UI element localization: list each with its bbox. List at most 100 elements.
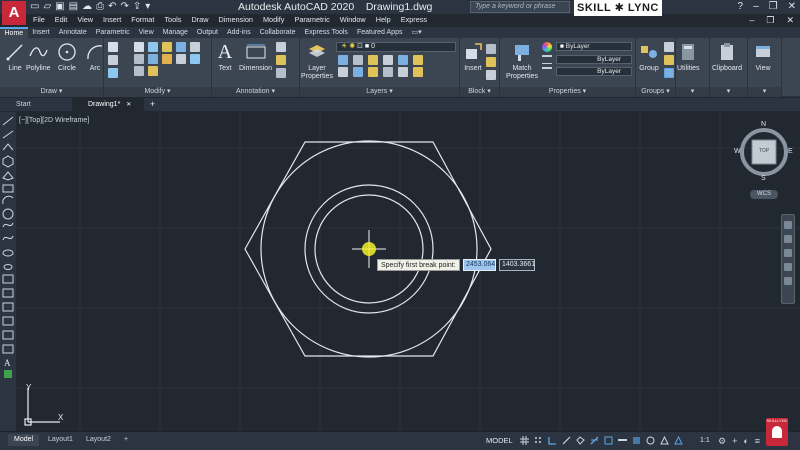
menu-file[interactable]: File: [28, 14, 50, 26]
new-tab-icon[interactable]: +: [144, 98, 161, 111]
layout-tab-model[interactable]: Model: [8, 434, 40, 446]
rotate-icon[interactable]: [148, 42, 158, 52]
snap-icon[interactable]: [534, 436, 543, 445]
model-space-button[interactable]: MODEL: [486, 435, 513, 447]
panel-label-view[interactable]: ▾: [748, 87, 781, 97]
workspace-gear-icon[interactable]: ⚙: [718, 435, 726, 447]
menu-format[interactable]: Format: [126, 14, 159, 26]
tab-manage[interactable]: Manage: [158, 27, 192, 38]
explode-icon[interactable]: [162, 54, 172, 64]
create-block-icon[interactable]: [486, 44, 496, 54]
clipboard-button[interactable]: Clipboard: [712, 41, 742, 73]
menu-draw[interactable]: Draw: [186, 14, 213, 26]
menu-view[interactable]: View: [72, 14, 98, 26]
transparency-icon[interactable]: [632, 436, 641, 445]
compass-west[interactable]: W: [734, 148, 741, 155]
linetype-dropdown[interactable]: ByLayer: [556, 55, 632, 64]
new-file-icon[interactable]: ▭: [30, 1, 39, 13]
help-icon[interactable]: ?: [738, 0, 744, 14]
customization-menu-icon[interactable]: ≡: [755, 435, 760, 447]
menu-insert[interactable]: Insert: [98, 14, 126, 26]
match-properties-button[interactable]: Match Properties: [504, 41, 540, 81]
copy-icon[interactable]: [190, 42, 200, 52]
menu-tools[interactable]: Tools: [159, 14, 186, 26]
insert-button[interactable]: Insert: [462, 41, 484, 73]
panel-label-block[interactable]: Block ▾: [460, 87, 499, 97]
polar-icon[interactable]: [562, 436, 571, 445]
qat-dropdown-icon[interactable]: ▾: [145, 1, 150, 13]
panel-label-draw[interactable]: Draw ▾: [0, 87, 103, 97]
ribbon-toggle-icon[interactable]: ▭▾: [407, 27, 426, 38]
menu-edit[interactable]: Edit: [50, 14, 73, 26]
linetype-icon[interactable]: [542, 55, 552, 64]
annotation-scale[interactable]: 1:1: [700, 435, 710, 447]
layer-unisolate-icon[interactable]: [353, 67, 363, 77]
panel-label-utilities[interactable]: ▾: [676, 87, 709, 97]
tab-express-tools[interactable]: Express Tools: [300, 27, 352, 38]
scale-icon[interactable]: [190, 54, 200, 64]
panel-label-modify[interactable]: Modify ▾: [104, 87, 211, 97]
erase-icon[interactable]: [176, 42, 186, 52]
ortho-icon[interactable]: [548, 436, 557, 445]
compass-east[interactable]: E: [788, 148, 793, 155]
tab-featured-apps[interactable]: Featured Apps: [352, 27, 407, 38]
utilities-button[interactable]: Utilities: [677, 41, 700, 73]
view-button[interactable]: View: [752, 41, 774, 73]
layer-previous-icon[interactable]: [413, 55, 423, 65]
open-file-icon[interactable]: ▱: [43, 1, 51, 13]
table-icon[interactable]: [276, 68, 286, 78]
wcs-menu-button[interactable]: WCS: [750, 190, 778, 199]
doc-close-icon[interactable]: ✕: [786, 14, 794, 26]
menu-dimension[interactable]: Dimension: [213, 14, 257, 26]
y-coordinate-input[interactable]: 1403.3661: [499, 259, 535, 271]
group-button[interactable]: Group: [638, 41, 660, 73]
layer-properties-button[interactable]: Layer Properties: [300, 41, 334, 81]
stretch-icon[interactable]: [176, 54, 186, 64]
lineweight-dropdown[interactable]: ByLayer: [556, 67, 632, 76]
notification-badge[interactable]: SKILLLYNC: [766, 418, 788, 446]
orbit-icon[interactable]: [784, 263, 792, 271]
line-button[interactable]: Line: [4, 41, 26, 73]
file-tab-drawing1[interactable]: Drawing1* ✕: [72, 98, 144, 111]
file-tab-start[interactable]: Start: [0, 98, 72, 111]
menu-window[interactable]: Window: [335, 14, 371, 26]
mirror-icon[interactable]: [134, 54, 144, 64]
compass-south[interactable]: S: [761, 175, 766, 182]
share-icon[interactable]: ⇪: [133, 1, 141, 13]
layer-dropdown[interactable]: ☀ ✺ ⊡ ■ 0: [336, 42, 456, 52]
viewcube[interactable]: N S E W TOP: [732, 121, 796, 183]
isolate-objects-icon[interactable]: ◐: [743, 435, 748, 447]
group-edit-icon[interactable]: [664, 55, 674, 65]
color-dropdown[interactable]: ■ ByLayer: [556, 42, 632, 51]
menu-help[interactable]: Help: [371, 14, 396, 26]
lineweight-icon[interactable]: [542, 67, 552, 76]
zoom-icon[interactable]: [784, 249, 792, 257]
layer-freeze-icon[interactable]: [368, 55, 378, 65]
array-icon[interactable]: [134, 66, 144, 76]
lineweight-toggle-icon[interactable]: [618, 436, 627, 445]
arc-button[interactable]: Arc: [84, 41, 106, 73]
linear-dim-icon[interactable]: [276, 42, 286, 52]
annotation-visibility-icon[interactable]: [660, 436, 669, 445]
panel-label-groups[interactable]: Groups ▾: [636, 87, 675, 97]
steering-wheel-icon[interactable]: [784, 221, 792, 229]
selection-cycling-icon[interactable]: [646, 436, 655, 445]
menu-modify[interactable]: Modify: [258, 14, 290, 26]
plus-icon[interactable]: +: [732, 435, 737, 447]
edit-block-icon[interactable]: [486, 57, 496, 67]
copy-tool-icon[interactable]: [108, 55, 118, 65]
undo-icon[interactable]: ↶: [108, 1, 116, 13]
tab-parametric[interactable]: Parametric: [91, 27, 134, 38]
layer-walk-icon[interactable]: [413, 67, 423, 77]
showmotion-icon[interactable]: [784, 277, 792, 285]
layer-match-icon[interactable]: [398, 55, 408, 65]
layout-tab-layout2[interactable]: Layout2: [80, 434, 117, 446]
move-tool-icon[interactable]: [108, 42, 118, 52]
tab-annotate[interactable]: Annotate: [54, 27, 91, 38]
panel-label-layers[interactable]: Layers ▾: [300, 87, 459, 97]
leader-icon[interactable]: [276, 55, 286, 65]
dimension-button[interactable]: Dimension: [239, 41, 272, 73]
panel-label-annotation[interactable]: Annotation ▾: [212, 87, 299, 97]
group-select-icon[interactable]: [664, 68, 674, 78]
move-icon[interactable]: [134, 42, 144, 52]
